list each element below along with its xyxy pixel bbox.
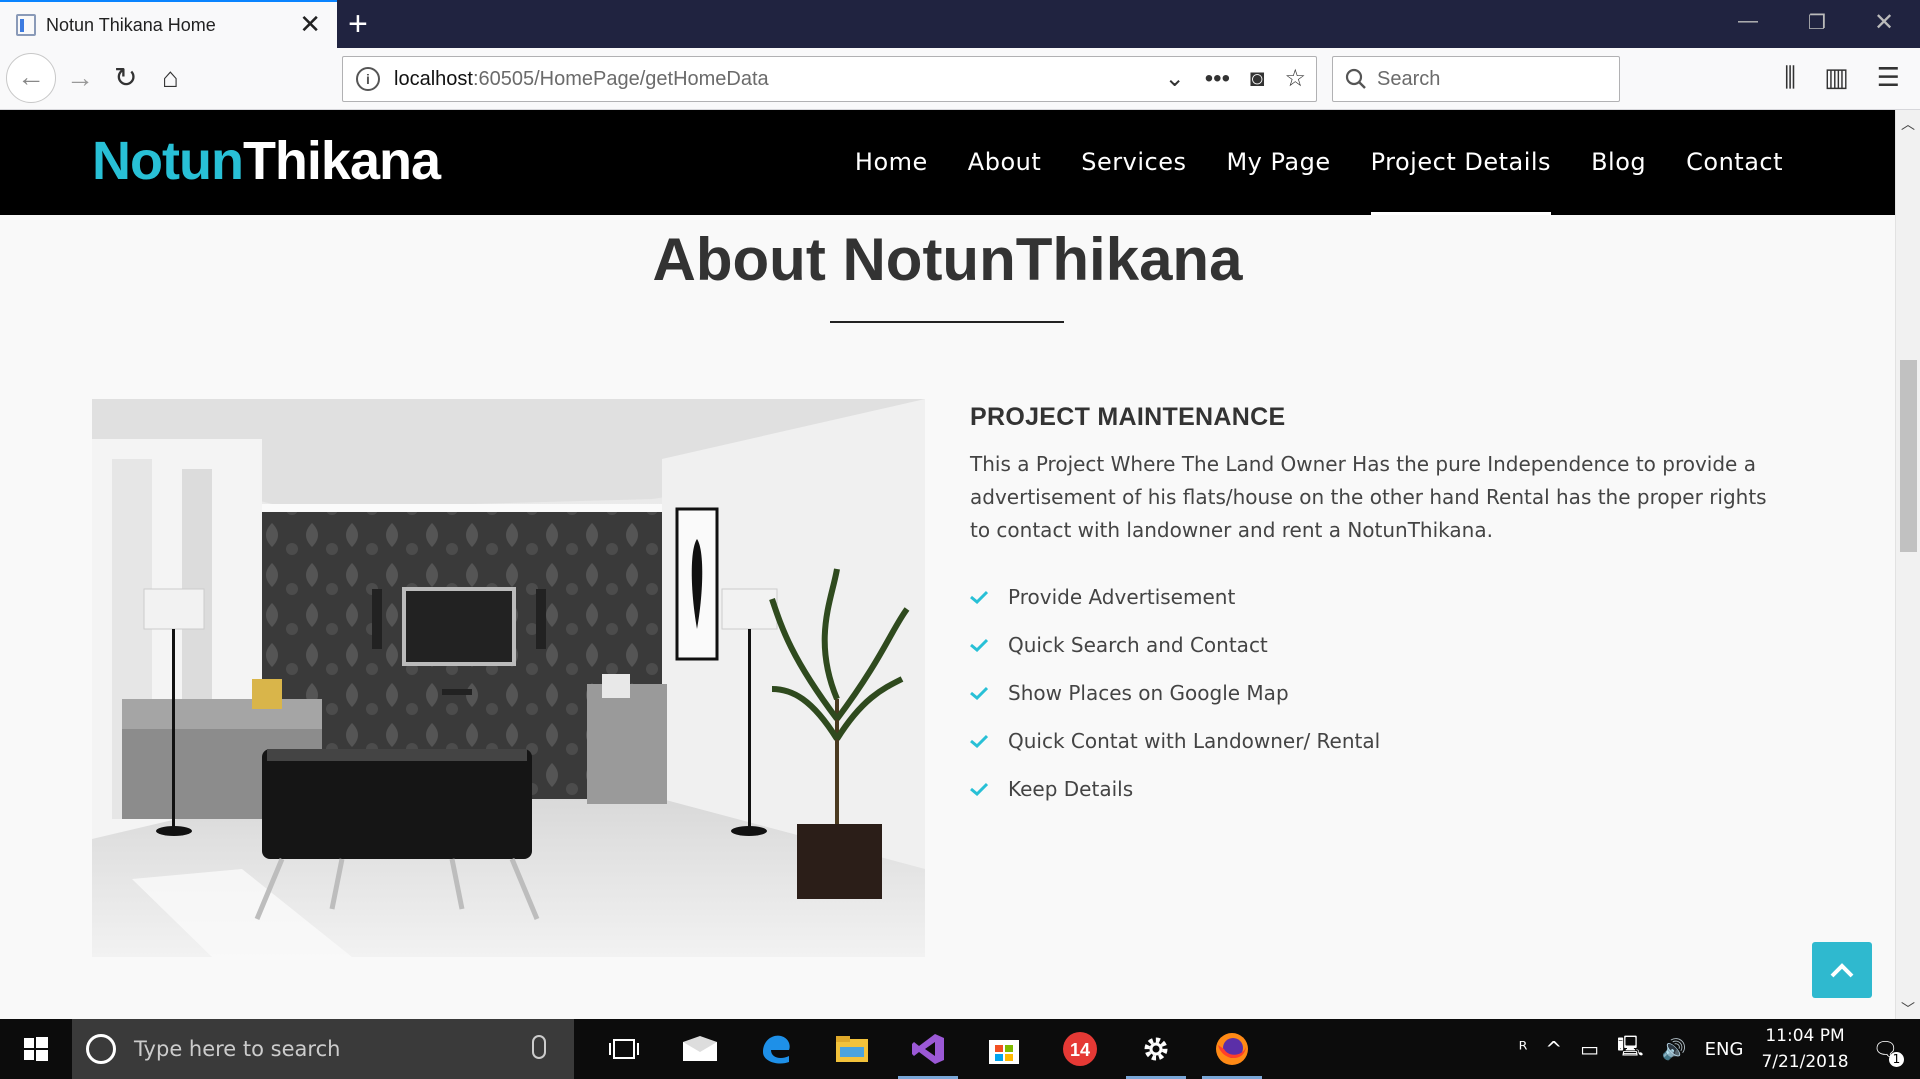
firefox-icon[interactable] — [1194, 1019, 1270, 1079]
start-button[interactable] — [0, 1019, 72, 1079]
volume-icon[interactable]: 🔊 — [1662, 1037, 1687, 1061]
site-header: NotunThikana Home About Services My Page… — [0, 110, 1895, 215]
site-info-icon[interactable]: i — [356, 67, 380, 91]
clock[interactable]: 11:04 PM 7/21/2018 — [1761, 1023, 1848, 1075]
page-scrollbar[interactable]: ︿ ﹀ — [1895, 110, 1920, 1019]
page-actions-icon[interactable]: ••• — [1205, 65, 1230, 93]
check-icon — [970, 734, 988, 748]
page-favicon-icon — [16, 14, 36, 36]
tab-title: Notun Thikana Home — [46, 14, 216, 35]
microphone-icon[interactable] — [532, 1035, 546, 1059]
search-icon — [1345, 68, 1366, 89]
task-view-icon[interactable] — [586, 1019, 662, 1079]
pocket-icon[interactable]: ◙ — [1250, 65, 1265, 93]
library-icon[interactable]: ⫼ — [1784, 62, 1796, 92]
check-icon — [970, 638, 988, 652]
battery-icon[interactable]: ▭ — [1580, 1037, 1599, 1061]
chevron-up-icon — [1830, 963, 1854, 978]
clock-time: 11:04 PM — [1765, 1026, 1845, 1046]
check-icon — [970, 782, 988, 796]
about-content: PROJECT MAINTENANCE This a Project Where… — [970, 403, 1790, 813]
app-14-icon[interactable]: 14 — [1042, 1019, 1118, 1079]
feature-item: Keep Details — [970, 765, 1790, 813]
sidebar-icon[interactable]: ▥ — [1824, 62, 1849, 92]
scroll-thumb[interactable] — [1900, 360, 1917, 552]
windows-logo-icon — [24, 1037, 48, 1061]
feature-label: Quick Contat with Landowner/ Rental — [1008, 729, 1381, 753]
mail-icon[interactable] — [662, 1019, 738, 1079]
notification-count: 1 — [1889, 1052, 1904, 1067]
browser-search-input[interactable]: Search — [1332, 56, 1620, 102]
bookmark-star-icon[interactable]: ☆ — [1284, 65, 1306, 93]
language-indicator[interactable]: ENG — [1705, 1039, 1744, 1060]
scroll-up-icon[interactable]: ︿ — [1896, 114, 1920, 134]
cortana-icon[interactable] — [86, 1034, 116, 1064]
menu-item-blog[interactable]: Blog — [1591, 110, 1646, 215]
url-text[interactable]: localhost:60505/HomePage/getHomeData — [394, 68, 769, 91]
restore-icon[interactable]: ❐ — [1808, 10, 1826, 35]
close-tab-icon[interactable]: ✕ — [299, 11, 321, 37]
page-viewport: NotunThikana Home About Services My Page… — [0, 110, 1895, 1019]
menu-item-contact[interactable]: Contact — [1686, 110, 1783, 215]
feature-label: Provide Advertisement — [1008, 585, 1236, 609]
feature-item: Show Places on Google Map — [970, 669, 1790, 717]
settings-gear-icon[interactable] — [1118, 1019, 1194, 1079]
file-explorer-icon[interactable] — [814, 1019, 890, 1079]
minimize-icon[interactable]: — — [1738, 10, 1758, 33]
scroll-down-icon[interactable]: ﹀ — [1896, 999, 1920, 1019]
feature-list: Provide Advertisement Quick Search and C… — [970, 573, 1790, 813]
feature-label: Quick Search and Contact — [1008, 633, 1268, 657]
living-room-image — [92, 399, 925, 957]
app-14-badge: 14 — [1070, 1040, 1090, 1060]
browser-tab[interactable]: Notun Thikana Home ✕ — [0, 0, 337, 48]
browser-navigation-bar: ← → ↻ ⌂ i localhost:60505/HomePage/getHo… — [0, 48, 1920, 110]
action-center-icon[interactable]: 🗨 1 — [1873, 1037, 1904, 1067]
menu-item-project-details[interactable]: Project Details — [1370, 110, 1552, 215]
visual-studio-icon[interactable] — [890, 1019, 966, 1079]
feature-label: Show Places on Google Map — [1008, 681, 1289, 705]
forward-arrow-icon[interactable]: → — [66, 63, 94, 93]
feature-item: Quick Search and Contact — [970, 621, 1790, 669]
chevron-up-icon[interactable]: ^ — [1545, 1037, 1562, 1061]
check-icon — [970, 590, 988, 604]
new-tab-icon[interactable]: + — [348, 4, 368, 44]
home-icon[interactable]: ⌂ — [162, 63, 179, 93]
url-bar[interactable]: i localhost:60505/HomePage/getHomeData ⌄… — [342, 56, 1317, 102]
people-icon[interactable]: ᴿ — [1519, 1037, 1528, 1061]
reload-icon[interactable]: ↻ — [114, 63, 137, 93]
menu-item-home[interactable]: Home — [855, 110, 928, 215]
system-tray: ᴿ ^ ▭ 🖳 🔊 ENG 11:04 PM 7/21/2018 🗨 1 — [1519, 1019, 1920, 1079]
section-title: About NotunThikana — [652, 226, 1243, 293]
feature-label: Keep Details — [1008, 777, 1134, 801]
edge-browser-icon[interactable] — [738, 1019, 814, 1079]
site-logo[interactable]: NotunThikana — [92, 130, 441, 192]
browser-tab-bar: Notun Thikana Home ✕ + — ❐ ✕ — [0, 0, 1920, 48]
project-heading: PROJECT MAINTENANCE — [970, 403, 1286, 431]
scroll-to-top-button[interactable] — [1812, 942, 1872, 998]
windows-taskbar: Type here to search 14 ᴿ ^ ▭ 🖳 🔊 ENG 11:… — [0, 1019, 1920, 1079]
title-underline — [830, 321, 1064, 323]
menu-item-services[interactable]: Services — [1081, 110, 1186, 215]
menu-hamburger-icon[interactable]: ☰ — [1877, 62, 1900, 92]
feature-item: Provide Advertisement — [970, 573, 1790, 621]
taskbar-search-placeholder: Type here to search — [134, 1037, 341, 1061]
taskbar-search-input[interactable]: Type here to search — [72, 1019, 574, 1079]
menu-item-about[interactable]: About — [968, 110, 1041, 215]
network-icon[interactable]: 🖳 — [1617, 1032, 1644, 1066]
main-menu: Home About Services My Page Project Deta… — [815, 110, 1783, 215]
feature-item: Quick Contat with Landowner/ Rental — [970, 717, 1790, 765]
search-placeholder: Search — [1377, 67, 1441, 90]
check-icon — [970, 686, 988, 700]
clock-date: 7/21/2018 — [1761, 1052, 1849, 1072]
menu-item-my-page[interactable]: My Page — [1226, 110, 1330, 215]
close-window-icon[interactable]: ✕ — [1874, 8, 1894, 37]
back-arrow-icon[interactable]: ← — [6, 53, 56, 103]
project-description: This a Project Where The Land Owner Has … — [970, 452, 1767, 542]
url-dropdown-icon[interactable]: ⌄ — [1165, 65, 1185, 93]
store-icon[interactable] — [966, 1019, 1042, 1079]
